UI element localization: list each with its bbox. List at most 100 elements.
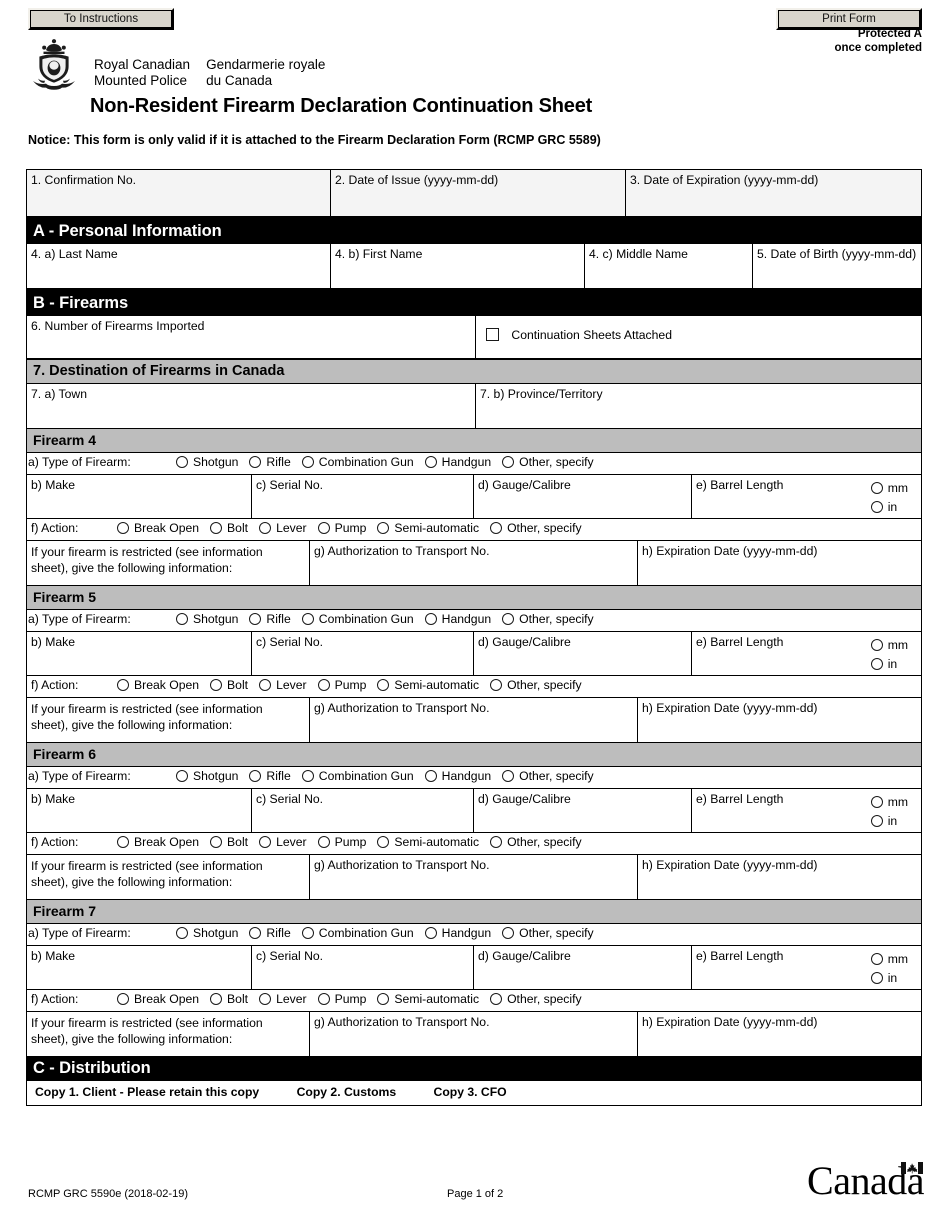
- radio-firearm-type[interactable]: [176, 613, 188, 625]
- field-barrel-length[interactable]: e) Barrel Length mm in: [692, 789, 920, 832]
- radio-barrel-unit-mm[interactable]: [870, 953, 883, 965]
- restricted-note-line1: If your firearm is restricted (see infor…: [31, 859, 263, 873]
- field-att-expiration-date[interactable]: h) Expiration Date (yyyy-mm-dd): [638, 855, 920, 899]
- field-authorization-to-transport[interactable]: g) Authorization to Transport No.: [310, 1012, 638, 1056]
- field-last-name[interactable]: 4. a) Last Name: [27, 244, 331, 288]
- radio-firearm-action[interactable]: [490, 836, 503, 848]
- radio-firearm-action[interactable]: [259, 679, 272, 691]
- authorization-to-transport-label: g) Authorization to Transport No.: [314, 544, 490, 558]
- radio-firearm-action[interactable]: [117, 993, 129, 1005]
- field-att-expiration-date[interactable]: h) Expiration Date (yyyy-mm-dd): [638, 698, 920, 742]
- radio-firearm-type[interactable]: [249, 456, 262, 468]
- radio-firearm-type[interactable]: [502, 456, 515, 468]
- radio-barrel-unit-mm[interactable]: [870, 639, 883, 651]
- field-date-of-birth[interactable]: 5. Date of Birth (yyyy-mm-dd): [753, 244, 920, 288]
- radio-firearm-type[interactable]: [424, 456, 437, 468]
- field-town[interactable]: 7. a) Town: [27, 384, 476, 428]
- field-serial-no[interactable]: c) Serial No.: [252, 946, 474, 989]
- radio-firearm-type[interactable]: [176, 456, 188, 468]
- radio-firearm-type[interactable]: [176, 770, 188, 782]
- field-authorization-to-transport[interactable]: g) Authorization to Transport No.: [310, 541, 638, 585]
- firearm-heading: Firearm 6: [27, 742, 921, 767]
- radio-barrel-unit-in[interactable]: [870, 658, 883, 670]
- radio-barrel-unit-in[interactable]: [870, 972, 883, 984]
- radio-firearm-type[interactable]: [249, 927, 262, 939]
- radio-firearm-action[interactable]: [117, 836, 129, 848]
- radio-label: Break Open: [134, 521, 200, 535]
- radio-firearm-action[interactable]: [317, 522, 330, 534]
- field-barrel-length[interactable]: e) Barrel Length mm in: [692, 946, 920, 989]
- field-gauge-calibre[interactable]: d) Gauge/Calibre: [474, 789, 692, 832]
- radio-firearm-action[interactable]: [377, 679, 390, 691]
- radio-barrel-unit-in[interactable]: [870, 815, 883, 827]
- field-serial-no[interactable]: c) Serial No.: [252, 632, 474, 675]
- field-barrel-length[interactable]: e) Barrel Length mm in: [692, 475, 920, 518]
- field-serial-no[interactable]: c) Serial No.: [252, 475, 474, 518]
- field-make[interactable]: b) Make: [27, 632, 252, 675]
- radio-barrel-unit-in[interactable]: [870, 501, 883, 513]
- field-date-of-expiration[interactable]: 3. Date of Expiration (yyyy-mm-dd): [626, 170, 920, 216]
- radio-firearm-type[interactable]: [424, 770, 437, 782]
- radio-firearm-action[interactable]: [259, 836, 272, 848]
- radio-firearm-type[interactable]: [301, 613, 314, 625]
- radio-firearm-action[interactable]: [210, 679, 223, 691]
- radio-firearm-action[interactable]: [490, 522, 503, 534]
- field-gauge-calibre[interactable]: d) Gauge/Calibre: [474, 475, 692, 518]
- field-make[interactable]: b) Make: [27, 475, 252, 518]
- radio-firearm-action[interactable]: [490, 993, 503, 1005]
- field-middle-name[interactable]: 4. c) Middle Name: [585, 244, 753, 288]
- field-authorization-to-transport[interactable]: g) Authorization to Transport No.: [310, 698, 638, 742]
- radio-firearm-action[interactable]: [117, 522, 129, 534]
- field-date-of-issue[interactable]: 2. Date of Issue (yyyy-mm-dd): [331, 170, 626, 216]
- copy-2-label: Copy 2. Customs: [296, 1085, 397, 1099]
- radio-firearm-action[interactable]: [317, 993, 330, 1005]
- field-att-expiration-date[interactable]: h) Expiration Date (yyyy-mm-dd): [638, 541, 920, 585]
- firearm-details-row: b) Make c) Serial No. d) Gauge/Calibre e) B…: [27, 475, 921, 519]
- barrel-unit-label: mm: [887, 638, 908, 652]
- radio-firearm-action[interactable]: [210, 836, 223, 848]
- radio-firearm-type[interactable]: [176, 927, 188, 939]
- radio-firearm-action[interactable]: [210, 993, 223, 1005]
- print-form-button[interactable]: Print Form: [776, 8, 922, 30]
- field-number-of-firearms[interactable]: 6. Number of Firearms Imported: [27, 316, 476, 358]
- radio-firearm-type[interactable]: [424, 613, 437, 625]
- radio-firearm-type[interactable]: [502, 927, 515, 939]
- radio-barrel-unit-mm[interactable]: [870, 796, 883, 808]
- field-make[interactable]: b) Make: [27, 789, 252, 832]
- radio-firearm-action[interactable]: [259, 993, 272, 1005]
- field-serial-no[interactable]: c) Serial No.: [252, 789, 474, 832]
- field-first-name[interactable]: 4. b) First Name: [331, 244, 585, 288]
- radio-firearm-type[interactable]: [249, 613, 262, 625]
- radio-firearm-type[interactable]: [424, 927, 437, 939]
- radio-firearm-action[interactable]: [317, 679, 330, 691]
- field-confirmation-no[interactable]: 1. Confirmation No.: [27, 170, 331, 216]
- field-gauge-calibre[interactable]: d) Gauge/Calibre: [474, 632, 692, 675]
- radio-barrel-unit-mm[interactable]: [870, 482, 883, 494]
- radio-firearm-type[interactable]: [301, 456, 314, 468]
- radio-firearm-type[interactable]: [301, 927, 314, 939]
- field-gauge-calibre[interactable]: d) Gauge/Calibre: [474, 946, 692, 989]
- radio-firearm-type[interactable]: [301, 770, 314, 782]
- field-province-territory[interactable]: 7. b) Province/Territory: [476, 384, 920, 428]
- radio-firearm-type[interactable]: [502, 770, 515, 782]
- field-make[interactable]: b) Make: [27, 946, 252, 989]
- firearm-type-row: a) Type of Firearm: Shotgun Rifle Combinati…: [27, 767, 921, 789]
- radio-firearm-type[interactable]: [249, 770, 262, 782]
- radio-firearm-action[interactable]: [377, 522, 390, 534]
- radio-firearm-action[interactable]: [377, 836, 390, 848]
- to-instructions-button[interactable]: To Instructions: [28, 8, 174, 30]
- radio-firearm-type[interactable]: [502, 613, 515, 625]
- barrel-unit-label: in: [887, 657, 898, 671]
- field-att-expiration-date[interactable]: h) Expiration Date (yyyy-mm-dd): [638, 1012, 920, 1056]
- radio-firearm-action[interactable]: [490, 679, 503, 691]
- radio-firearm-action[interactable]: [317, 836, 330, 848]
- radio-firearm-action[interactable]: [259, 522, 272, 534]
- radio-label: Other, specify: [507, 835, 582, 849]
- radio-firearm-action[interactable]: [377, 993, 390, 1005]
- continuation-sheets-checkbox[interactable]: [486, 328, 499, 341]
- radio-firearm-action[interactable]: [117, 679, 129, 691]
- field-authorization-to-transport[interactable]: g) Authorization to Transport No.: [310, 855, 638, 899]
- radio-firearm-action[interactable]: [210, 522, 223, 534]
- firearm-type-option: Rifle: [249, 455, 301, 470]
- field-barrel-length[interactable]: e) Barrel Length mm in: [692, 632, 920, 675]
